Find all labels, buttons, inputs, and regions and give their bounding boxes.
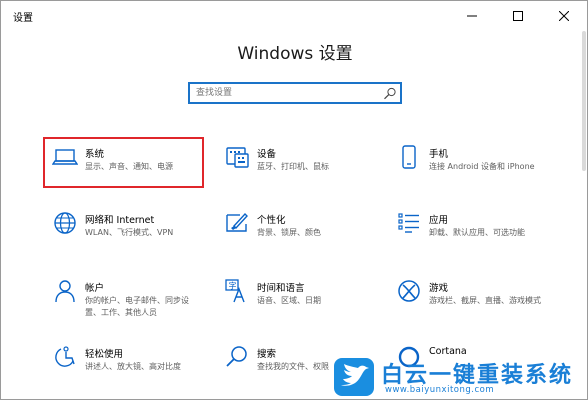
paintbrush-icon (223, 209, 251, 237)
item-title: 轻松使用 (85, 349, 124, 360)
item-description: WLAN、飞行模式、VPN (85, 228, 174, 237)
window-title: 设置 (13, 13, 33, 24)
settings-item-phone[interactable]: 手机 连接 Android 设备和 iPhone (395, 143, 555, 187)
xbox-icon (395, 277, 423, 305)
bird-logo-icon (334, 358, 374, 396)
item-description-line2: 置、工作、其他人员 (85, 308, 157, 317)
item-title: 网络和 Internet (85, 215, 155, 226)
settings-item-ease-of-access[interactable]: 轻松使用 讲述人、放大镜、高对比度 (51, 343, 211, 387)
settings-window: 设置 Windows 设置 系统 显示、声音、通知、电源 设备 (0, 0, 588, 400)
settings-item-devices[interactable]: 设备 蓝牙、打印机、鼠标 (223, 143, 383, 187)
item-description: 背景、锁屏、颜色 (257, 228, 321, 237)
item-description: 蓝牙、打印机、鼠标 (257, 162, 329, 171)
maximize-icon (513, 11, 523, 21)
apps-list-icon (395, 209, 423, 237)
item-title: 搜索 (257, 349, 277, 360)
ease-of-access-icon (51, 343, 79, 371)
page-title: Windows 设置 (237, 44, 353, 64)
close-button[interactable] (541, 1, 587, 31)
svg-text:字: 字 (229, 281, 237, 291)
item-description: 查找我的文件、权限 (257, 362, 329, 371)
settings-item-time-language[interactable]: 字 时间和语言 语音、区域、日期 (223, 277, 383, 321)
close-icon (559, 11, 569, 21)
item-description: 你的帐户、电子邮件、同步设 (85, 296, 189, 305)
settings-item-personalization[interactable]: 个性化 背景、锁屏、颜色 (223, 209, 383, 253)
item-title: 个性化 (257, 215, 286, 226)
watermark-url: www.baiyunxitong.com (385, 385, 495, 395)
settings-item-network[interactable]: 网络和 Internet WLAN、飞行模式、VPN (51, 209, 211, 253)
watermark: 白云一键重装系统 www.baiyunxitong.com (333, 355, 588, 400)
globe-icon (51, 209, 79, 237)
title-bar: 设置 (1, 1, 587, 31)
search-icon (223, 343, 251, 371)
item-description: 讲述人、放大镜、高对比度 (85, 362, 181, 371)
keyboard-icon (223, 143, 251, 171)
minimize-icon (467, 15, 477, 17)
item-description: 卸载、默认应用、可选功能 (429, 228, 525, 237)
search-input[interactable] (190, 84, 370, 102)
item-description: 连接 Android 设备和 iPhone (429, 162, 535, 171)
phone-icon (395, 143, 423, 171)
search-icon[interactable] (383, 87, 397, 100)
item-title: 应用 (429, 215, 449, 226)
settings-item-gaming[interactable]: 游戏 游戏栏、截屏、直播、游戏模式 (395, 277, 555, 321)
minimize-button[interactable] (449, 1, 495, 31)
highlight-box (43, 137, 204, 188)
item-title: 时间和语言 (257, 283, 305, 294)
search-box[interactable] (188, 82, 402, 104)
item-title: 帐户 (85, 283, 105, 294)
vertical-scrollbar[interactable] (581, 31, 587, 399)
item-title: 游戏 (429, 283, 449, 294)
item-title: 设备 (257, 149, 277, 160)
item-title: 手机 (429, 149, 449, 160)
time-language-icon: 字 (223, 277, 251, 305)
settings-item-accounts[interactable]: 帐户 你的帐户、电子邮件、同步设 置、工作、其他人员 (51, 277, 211, 321)
person-icon (51, 277, 79, 305)
settings-item-apps[interactable]: 应用 卸载、默认应用、可选功能 (395, 209, 555, 253)
item-description: 游戏栏、截屏、直播、游戏模式 (429, 296, 541, 305)
maximize-button[interactable] (495, 1, 541, 31)
item-description: 语音、区域、日期 (257, 296, 321, 305)
